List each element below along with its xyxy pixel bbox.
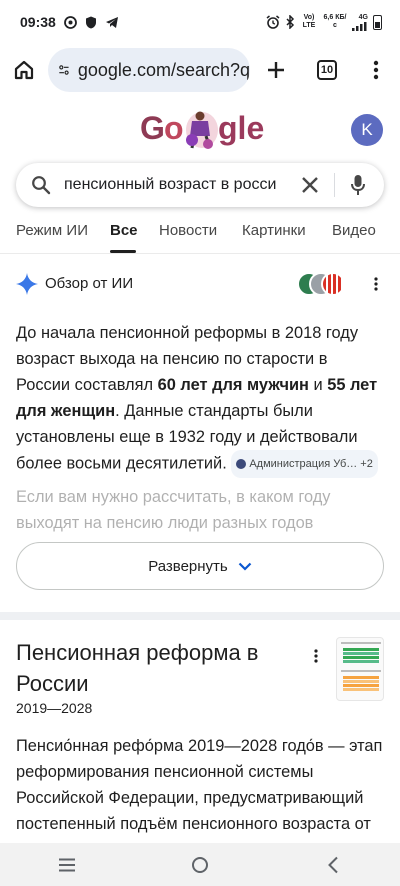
- site-settings-icon[interactable]: [58, 61, 70, 79]
- new-tab-button[interactable]: [252, 46, 300, 94]
- battery-icon: [373, 14, 382, 30]
- signal-group: 4G: [352, 14, 368, 31]
- svg-text:G: G: [140, 110, 165, 146]
- svg-text:gle: gle: [218, 110, 264, 146]
- notification-icon: [63, 15, 77, 29]
- bluetooth-icon: [286, 15, 295, 29]
- search-input[interactable]: пенсионный возраст в росси: [64, 163, 286, 207]
- ai-overview-menu-button[interactable]: [368, 274, 384, 294]
- source-chip[interactable]: Администрация Уб… +2: [231, 450, 378, 478]
- url-text: google.com/search?q: [77, 59, 250, 80]
- tab-all[interactable]: Все: [110, 222, 138, 239]
- tab-images[interactable]: Картинки: [242, 222, 306, 239]
- result-description: Пенсио́нная рефо́рма 2019—2028 годо́в — …: [16, 737, 383, 843]
- search-icon: [32, 176, 51, 195]
- ai-text-segment: и: [308, 376, 328, 394]
- tab-switcher-button[interactable]: 10: [303, 46, 351, 94]
- doodle-image: G o gle: [140, 110, 264, 149]
- section-divider: [0, 612, 400, 620]
- clear-button[interactable]: [298, 173, 322, 197]
- clock: 09:38: [20, 14, 56, 30]
- back-button[interactable]: [313, 845, 353, 885]
- google-doodle-logo[interactable]: G o gle: [140, 106, 270, 152]
- ai-overview-title: Обзор от ИИ: [45, 275, 134, 292]
- ai-overview-text: До начала пенсионной реформы в 2018 году…: [16, 320, 384, 478]
- ai-overview-header: Обзор от ИИ: [16, 268, 384, 300]
- source-chip-more: +2: [360, 458, 373, 470]
- expand-button[interactable]: Развернуть: [16, 542, 384, 590]
- browser-toolbar: google.com/search?q 10: [0, 44, 400, 96]
- tab-ai-mode[interactable]: Режим ИИ: [16, 222, 88, 239]
- expand-label: Развернуть: [148, 557, 228, 575]
- account-avatar[interactable]: K: [351, 114, 383, 146]
- result-title[interactable]: Пенсионная реформа в России: [16, 637, 306, 699]
- more-vert-icon: [373, 60, 379, 80]
- thumbnail-chart-image: [341, 642, 381, 691]
- home-icon: [14, 60, 34, 80]
- signal-icon: [352, 21, 367, 31]
- result-thumbnail[interactable]: [336, 637, 384, 701]
- home-button[interactable]: [0, 46, 48, 94]
- result-years: 2019—2028: [16, 700, 93, 716]
- alarm-icon: [266, 15, 280, 29]
- source-chip-favicon: [236, 459, 247, 469]
- tab-count: 10: [317, 60, 337, 80]
- search-box[interactable]: пенсионный возраст в росси: [16, 163, 384, 207]
- search-divider: [334, 173, 335, 197]
- system-navigation-bar: [0, 843, 400, 886]
- network-type: 4G: [358, 13, 368, 21]
- source-favicon-3: [321, 272, 345, 296]
- tab-news[interactable]: Новости: [159, 222, 217, 239]
- close-icon: [302, 177, 318, 193]
- net-speed: 6,6 КБ/с: [323, 14, 347, 29]
- shield-icon: [85, 16, 96, 28]
- circle-home-icon: [191, 856, 208, 873]
- tab-videos[interactable]: Видео: [332, 222, 376, 239]
- source-chip-label: Администрация Уб…: [249, 458, 358, 470]
- back-chevron-icon: [328, 856, 339, 873]
- result-menu-button[interactable]: [308, 646, 324, 666]
- search-filter-tabs: Режим ИИ Все Новости Картинки Видео: [0, 214, 400, 254]
- plus-icon: [268, 62, 284, 78]
- system-home-button[interactable]: [180, 845, 220, 885]
- volte-label: Vo) LTE: [302, 14, 316, 29]
- active-tab-indicator: [110, 250, 136, 253]
- browser-menu-button[interactable]: [352, 46, 400, 94]
- gemini-sparkle-icon: [16, 273, 38, 295]
- microphone-icon: [351, 175, 365, 195]
- voice-search-button[interactable]: [346, 173, 370, 197]
- source-favicons[interactable]: [297, 272, 345, 296]
- more-vert-icon: [374, 277, 378, 291]
- menu-icon: [58, 858, 75, 871]
- recent-apps-button[interactable]: [47, 845, 87, 885]
- ai-overview-faded-text: Если вам нужно рассчитать, в каком году …: [16, 488, 331, 532]
- chevron-down-icon: [238, 562, 252, 571]
- ai-text-bold: 60 лет для мужчин: [157, 376, 309, 394]
- telegram-icon: [105, 16, 118, 28]
- status-bar: 09:38 Vo) LTE 6,6 КБ/с 4G: [0, 0, 400, 44]
- address-bar[interactable]: google.com/search?q: [48, 48, 250, 92]
- more-vert-icon: [314, 649, 318, 663]
- svg-text:o: o: [164, 110, 184, 146]
